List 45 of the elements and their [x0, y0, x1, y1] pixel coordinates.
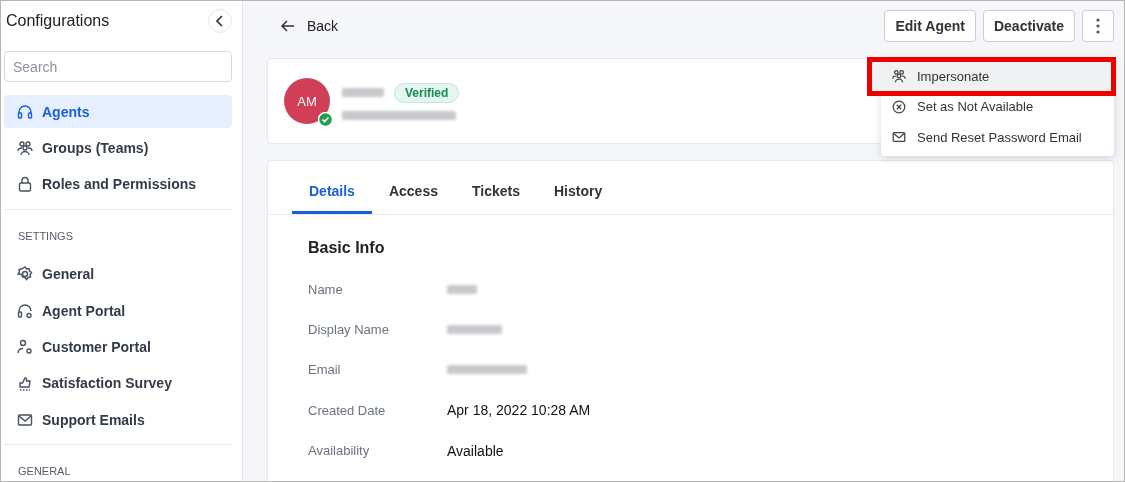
circle-x-icon [891, 98, 907, 115]
sidebar-title: Configurations [6, 12, 110, 30]
toolbar-button[interactable]: Deactivate [982, 10, 1075, 42]
section-heading: SETTINGS [17, 228, 74, 244]
field-value: Apr 18, 2022 10:28 AM [447, 402, 591, 419]
gear-icon [16, 265, 34, 284]
redacted-name [342, 88, 384, 97]
sidebar-item[interactable]: Satisfaction Survey [4, 366, 232, 400]
tab[interactable]: Tickets [454, 183, 537, 214]
verified-badge: Verified [394, 82, 460, 103]
people-icon [16, 138, 34, 157]
section-title: Basic Info [308, 239, 386, 257]
more-icon [1096, 18, 1100, 34]
tab[interactable]: Access [371, 183, 455, 214]
search-field[interactable]: Search [4, 51, 232, 82]
arrow-left-icon [281, 20, 295, 32]
people-icon [891, 68, 907, 85]
user-gear-icon [16, 338, 34, 357]
field-label: Name [308, 281, 344, 297]
tab[interactable]: History [536, 183, 620, 214]
sidebar-item[interactable]: Support Emails [4, 403, 232, 437]
collapse-button[interactable] [208, 9, 232, 33]
avatar: AM [284, 78, 330, 124]
field-label: Availability [308, 443, 371, 459]
field-value: Available [447, 442, 504, 459]
section-heading: GENERAL [17, 464, 72, 480]
toolbar-button[interactable]: Edit Agent [884, 10, 976, 42]
lock-icon [16, 175, 34, 194]
tab[interactable]: Details [292, 183, 372, 214]
back-link[interactable]: Back [267, 18, 339, 34]
menu-item[interactable]: Set as Not Available [881, 91, 1114, 122]
sidebar-item[interactable]: Groups (Teams) [4, 131, 232, 165]
sidebar-item[interactable]: General [4, 257, 232, 291]
sidebar-item[interactable]: Agents [4, 95, 232, 128]
field-label: Created Date [308, 402, 387, 418]
headset-icon [16, 102, 34, 121]
field-label: Email [308, 362, 342, 378]
sidebar-item[interactable]: Agent Portal [4, 294, 232, 328]
chevron-left-icon [216, 15, 224, 27]
field-label: Display Name [308, 322, 390, 338]
menu-item[interactable]: Send Reset Password Email [881, 122, 1114, 153]
sidebar-item[interactable]: Customer Portal [4, 330, 232, 364]
sidebar-item[interactable]: Roles and Permissions [4, 167, 232, 201]
headset-gear-icon [16, 301, 34, 320]
thumbs-up-icon [16, 374, 34, 393]
